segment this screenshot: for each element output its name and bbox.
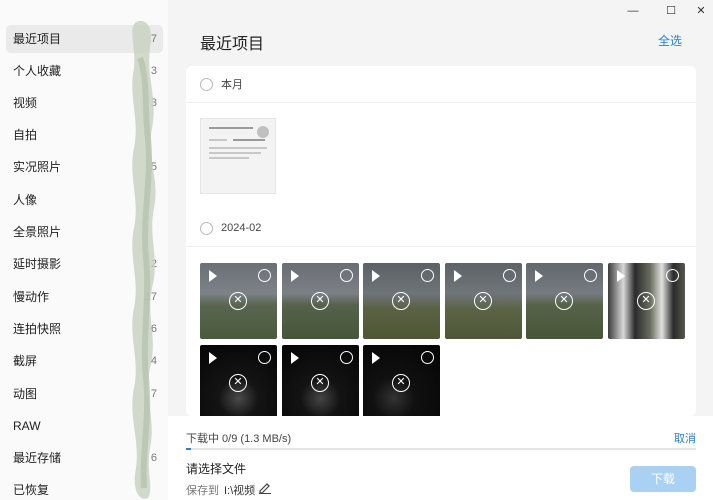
select-circle[interactable] bbox=[258, 269, 271, 282]
sidebar-item-label: 最近项目 bbox=[13, 32, 62, 46]
error-icon: ✕ bbox=[392, 292, 410, 310]
play-icon bbox=[209, 270, 217, 282]
play-icon bbox=[372, 270, 380, 282]
doc-title-line bbox=[209, 127, 253, 129]
sidebar-item-label: 个人收藏 bbox=[13, 64, 62, 78]
doc-thumbnail[interactable] bbox=[200, 118, 276, 194]
save-to-label: 保存到 bbox=[186, 485, 219, 497]
choose-file-label: 请选择文件 bbox=[186, 462, 247, 476]
play-icon bbox=[454, 270, 462, 282]
select-circle[interactable] bbox=[666, 269, 679, 282]
select-circle[interactable] bbox=[258, 351, 271, 364]
select-radio[interactable] bbox=[200, 77, 213, 91]
section-header-2024-02: 2024-02 bbox=[200, 218, 261, 238]
doc-line bbox=[233, 139, 265, 141]
error-icon: ✕ bbox=[474, 292, 492, 310]
select-circle[interactable] bbox=[340, 351, 353, 364]
sidebar-item-label: 延时摄影 bbox=[13, 257, 62, 271]
page-title: 最近项目 bbox=[200, 36, 265, 53]
video-thumbnail[interactable]: ✕ bbox=[200, 263, 277, 339]
sidebar-item-label: 视频 bbox=[13, 96, 38, 110]
play-icon bbox=[372, 352, 380, 364]
sidebar-item-label: 最近存储 bbox=[13, 451, 62, 465]
download-button[interactable]: 下载 bbox=[630, 466, 696, 492]
section-label: 2024-02 bbox=[221, 222, 262, 234]
select-circle[interactable] bbox=[584, 269, 597, 282]
select-all-link[interactable]: 全选 bbox=[658, 32, 682, 49]
doc-line bbox=[209, 157, 249, 159]
sidebar-item-label: RAW bbox=[13, 419, 41, 433]
play-icon bbox=[535, 270, 543, 282]
media-grid-panel: 本月 2024-02 ✕ ✕ ✕ ✕ ✕ ✕ ✕ ✕ ✕ bbox=[186, 66, 696, 416]
download-progress-fill bbox=[186, 448, 192, 450]
sidebar-item-label: 连拍快照 bbox=[13, 322, 62, 336]
video-thumbnail[interactable]: ✕ bbox=[363, 345, 440, 416]
doc-line bbox=[209, 152, 261, 154]
error-icon: ✕ bbox=[229, 374, 247, 392]
video-thumbnail[interactable]: ✕ bbox=[200, 345, 277, 416]
select-circle[interactable] bbox=[340, 269, 353, 282]
cancel-link[interactable]: 取消 bbox=[674, 430, 696, 446]
sidebar: 最近项目7 个人收藏3 视频3 自拍 实况照片5 人像 全景照片 延时摄影2 慢… bbox=[0, 0, 168, 500]
download-bar: 下载中 0/9 (1.3 MB/s) 取消 请选择文件 保存到 I:\视频 下载 bbox=[168, 416, 713, 500]
sidebar-item-label: 动图 bbox=[13, 387, 38, 401]
minimize-button[interactable]: — bbox=[626, 4, 640, 18]
doc-line bbox=[209, 147, 267, 149]
sidebar-item-label: 实况照片 bbox=[13, 160, 62, 174]
save-path: I:\视频 bbox=[224, 485, 256, 497]
video-thumbnail[interactable]: ✕ bbox=[608, 263, 685, 339]
select-radio[interactable] bbox=[200, 221, 213, 235]
play-icon bbox=[209, 352, 217, 364]
video-thumbnail[interactable]: ✕ bbox=[282, 263, 359, 339]
error-icon: ✕ bbox=[311, 292, 329, 310]
sidebar-item-label: 自拍 bbox=[13, 128, 38, 142]
redaction-smudge bbox=[132, 21, 156, 499]
divider bbox=[186, 102, 696, 103]
play-icon bbox=[291, 352, 299, 364]
sidebar-item-label: 已恢复 bbox=[13, 483, 50, 497]
play-icon bbox=[291, 270, 299, 282]
sidebar-item-label: 全景照片 bbox=[13, 225, 62, 239]
error-icon: ✕ bbox=[637, 292, 655, 310]
error-icon: ✕ bbox=[392, 374, 410, 392]
download-status: 下载中 0/9 (1.3 MB/s) bbox=[186, 433, 292, 445]
video-thumbnail[interactable]: ✕ bbox=[282, 345, 359, 416]
play-icon bbox=[617, 270, 625, 282]
sidebar-item-label: 人像 bbox=[13, 193, 38, 207]
doc-line bbox=[209, 139, 227, 141]
edit-icon[interactable] bbox=[258, 480, 272, 494]
sidebar-item-label: 截屏 bbox=[13, 354, 38, 368]
select-circle[interactable] bbox=[421, 351, 434, 364]
error-icon: ✕ bbox=[555, 292, 573, 310]
divider bbox=[186, 246, 696, 247]
download-progress bbox=[186, 448, 696, 450]
section-header-this-month: 本月 bbox=[200, 74, 243, 94]
select-circle[interactable] bbox=[503, 269, 516, 282]
maximize-button[interactable]: ☐ bbox=[664, 4, 678, 18]
video-thumbnail[interactable]: ✕ bbox=[445, 263, 522, 339]
section-label: 本月 bbox=[221, 79, 243, 91]
select-circle[interactable] bbox=[421, 269, 434, 282]
error-icon: ✕ bbox=[311, 374, 329, 392]
sidebar-item-label: 慢动作 bbox=[13, 290, 50, 304]
main-panel: — ☐ ✕ 最近项目 全选 本月 2024-02 ✕ ✕ ✕ ✕ ✕ ✕ ✕ ✕… bbox=[168, 0, 713, 500]
select-circle[interactable] bbox=[257, 126, 269, 138]
video-thumbnail[interactable]: ✕ bbox=[363, 263, 440, 339]
video-thumbnail[interactable]: ✕ bbox=[526, 263, 603, 339]
error-icon: ✕ bbox=[229, 292, 247, 310]
close-button[interactable]: ✕ bbox=[694, 4, 708, 18]
